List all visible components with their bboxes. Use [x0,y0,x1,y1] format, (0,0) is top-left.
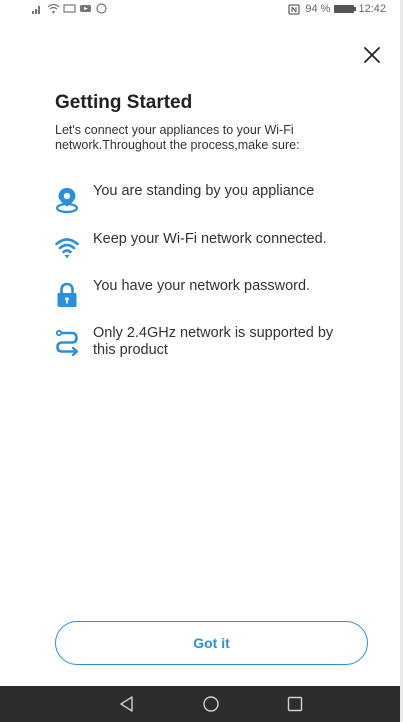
list-item: You have your network password. [55,278,355,325]
signal-icon [32,6,40,14]
lock-icon [57,282,77,307]
requirement-text: You are standing by you appliance [93,183,315,199]
requirements-list: You are standing by you appliance Keep y… [55,183,355,372]
status-left-icons [31,3,108,14]
whatsapp-icon [96,3,107,14]
battery-icon [334,5,357,13]
intro-text: Let's connect your appliances to your Wi… [55,123,300,152]
youtube-icon [80,5,91,12]
close-button[interactable] [357,40,387,70]
wifi-icon [55,238,79,259]
list-item: Keep your Wi-Fi network connected. [55,231,355,278]
list-item: Only 2.4GHz network is supported by this… [55,325,355,372]
clock: 12:42 [358,3,386,15]
wifi-status-icon [47,3,60,14]
requirement-text: You have your network password. [93,278,311,294]
back-icon[interactable] [117,694,137,714]
list-item: You are standing by you appliance [55,183,355,231]
battery-percent: 94 % [305,3,331,15]
requirement-text: Keep your Wi-Fi network connected. [93,231,327,247]
close-icon [364,47,380,63]
nfc-icon [288,3,301,15]
got-it-button[interactable]: Got it [55,621,368,665]
screen: 94 % 12:42 Getting Started Let's connect… [0,0,400,722]
page-title: Getting Started [55,92,193,113]
recent-apps-icon[interactable] [285,694,305,714]
requirement-text: Only 2.4GHz network is supported by this… [93,325,334,358]
status-bar: 94 % 12:42 [0,0,400,20]
route-icon [55,329,79,356]
location-pin-icon [55,188,79,214]
status-right: 94 % 12:42 [288,3,386,15]
navigation-bar [0,686,400,722]
data-icon [63,4,76,13]
home-icon[interactable] [201,694,221,714]
got-it-label: Got it [193,635,230,651]
